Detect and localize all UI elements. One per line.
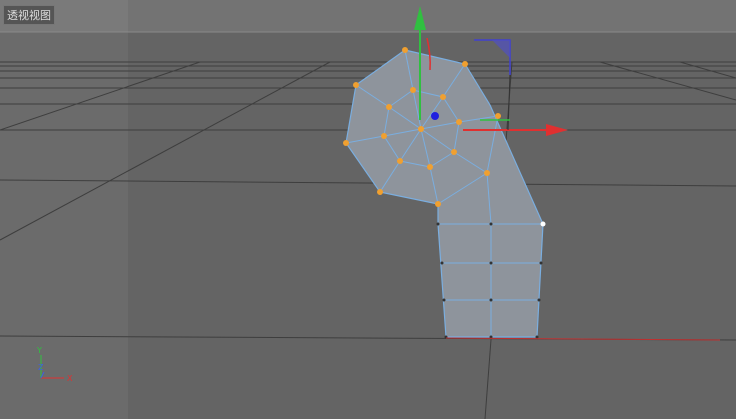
axis-z-label: Z [38,363,44,372]
axis-y-label: Y [36,346,42,355]
axis-x-label: X [67,374,73,383]
viewport-title[interactable]: 透视视图 [3,5,55,25]
gizmo-center[interactable] [431,112,439,120]
viewport-canvas[interactable]: Y Z X [0,0,736,419]
perspective-viewport[interactable]: Y Z X 透视视图 [0,0,736,419]
left-shade [0,0,128,419]
active-point[interactable] [540,221,546,227]
